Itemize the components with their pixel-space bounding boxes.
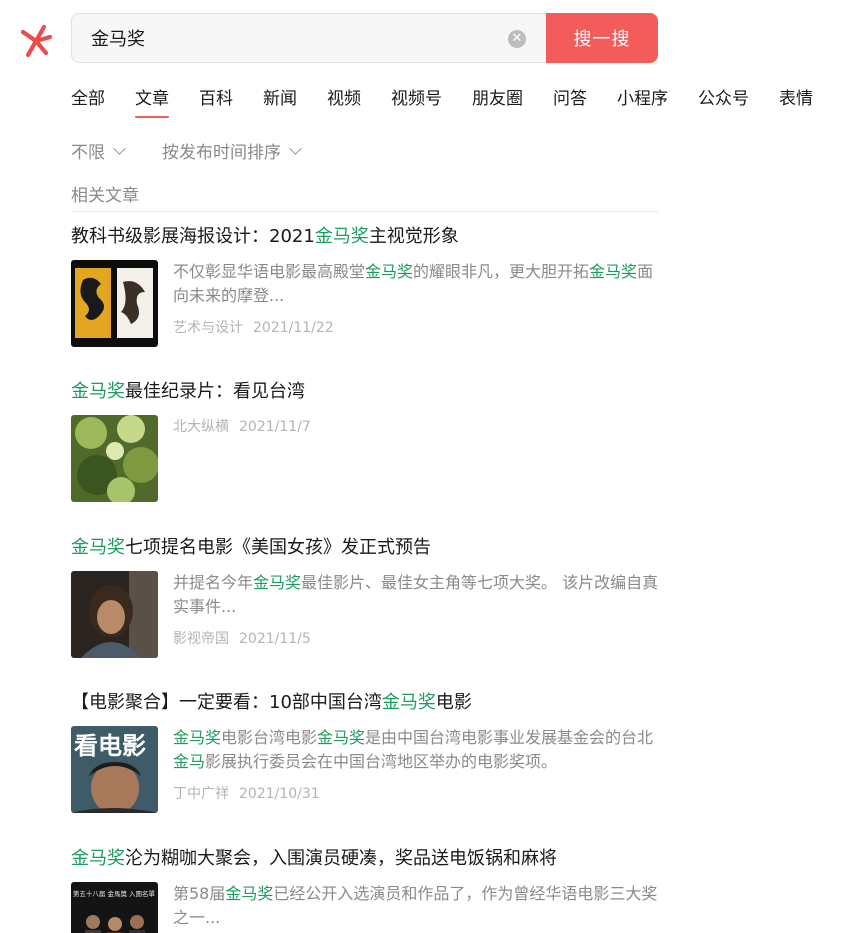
article-source[interactable]: 艺术与设计: [173, 320, 243, 336]
sort-order-label: 按发布时间排序: [162, 143, 281, 163]
article-source[interactable]: 影视帝国: [173, 631, 229, 647]
tab-qa[interactable]: 问答: [553, 84, 587, 118]
article-source[interactable]: 北大纵横: [173, 419, 229, 435]
article-title[interactable]: 【电影聚合】一定要看：10部中国台湾金马奖电影: [71, 691, 661, 715]
search-button[interactable]: 搜一搜: [546, 13, 658, 63]
article-thumbnail[interactable]: [71, 415, 158, 502]
article-item: 教科书级影展海报设计：2021金马奖主视觉形象 不仅彰显华语电影最高殿堂金马奖的…: [71, 225, 661, 347]
chevron-down-icon: [113, 141, 126, 155]
tab-news[interactable]: 新闻: [263, 84, 297, 118]
article-date: 2021/10/31: [239, 786, 320, 802]
search-field[interactable]: ✕: [71, 13, 546, 63]
category-tabs: 全部 文章 百科 新闻 视频 视频号 朋友圈 问答 小程序 公众号 表情: [71, 84, 843, 118]
tab-mini-programs[interactable]: 小程序: [617, 84, 668, 118]
chevron-down-icon: [289, 141, 302, 155]
article-date: 2021/11/7: [239, 419, 311, 435]
article-snippet: 第58届金马奖已经公开入选演员和作品了，作为曾经华语电影三大奖之一...: [173, 884, 658, 927]
article-snippet: 并提名今年金马奖最佳影片、最佳女主角等七项大奖。 该片改编自真实事件...: [173, 573, 659, 616]
filter-bar: 不限 按发布时间排序: [71, 138, 338, 163]
tab-encyclopedia[interactable]: 百科: [199, 84, 233, 118]
tab-stickers[interactable]: 表情: [779, 84, 813, 118]
article-snippet: 不仅彰显华语电影最高殿堂金马奖的耀眼非凡，更大胆开拓金马奖面向未来的摩登...: [173, 262, 654, 305]
sort-order-filter[interactable]: 按发布时间排序: [162, 138, 302, 163]
article-title[interactable]: 金马奖最佳纪录片：看见台湾: [71, 380, 661, 404]
time-range-filter[interactable]: 不限: [71, 138, 126, 163]
article-thumbnail[interactable]: [71, 260, 158, 347]
tab-video[interactable]: 视频: [327, 84, 361, 118]
tab-moments[interactable]: 朋友圈: [472, 84, 523, 118]
article-thumbnail[interactable]: 第五十八届 金馬獎 入圍名單: [71, 882, 158, 933]
article-source[interactable]: 丁中广祥: [173, 786, 229, 802]
article-source-line: 北大纵横 2021/11/7: [173, 416, 661, 436]
article-item: 金马奖沦为糊咖大聚会，入围演员硬凑，奖品送电饭锅和麻将 第五十八届 金馬獎 入圍…: [71, 847, 661, 933]
clear-icon[interactable]: ✕: [508, 30, 526, 48]
search-bar: ✕ 搜一搜: [71, 13, 658, 63]
article-thumbnail[interactable]: [71, 571, 158, 658]
section-heading: 相关文章: [71, 186, 139, 206]
thumbnail-caption: 看电影: [74, 732, 146, 760]
article-snippet: 金马奖电影台湾电影金马奖是由中国台湾电影事业发展基金会的台北金马影展执行委员会在…: [173, 728, 654, 771]
article-thumbnail[interactable]: 看电影: [71, 726, 158, 813]
article-date: 2021/11/5: [239, 631, 311, 647]
article-title[interactable]: 金马奖沦为糊咖大聚会，入围演员硬凑，奖品送电饭锅和麻将: [71, 847, 661, 871]
article-title[interactable]: 教科书级影展海报设计：2021金马奖主视觉形象: [71, 225, 661, 249]
thumbnail-caption: 第五十八届 金馬獎 入圍名單: [73, 889, 156, 898]
tab-official-accounts[interactable]: 公众号: [698, 84, 749, 118]
article-item: 金马奖最佳纪录片：看见台湾 北大纵横 2021/11/7: [71, 380, 661, 502]
article-item: 金马奖七项提名电影《美国女孩》发正式预告 并提名今年金马奖最佳影片、最佳女主角等…: [71, 536, 661, 658]
article-source-line: 艺术与设计 2021/11/22: [173, 317, 661, 337]
tab-articles[interactable]: 文章: [135, 84, 169, 118]
article-title[interactable]: 金马奖七项提名电影《美国女孩》发正式预告: [71, 536, 661, 560]
wechat-search-logo-icon[interactable]: [18, 22, 54, 58]
article-source-line: 丁中广祥 2021/10/31: [173, 783, 661, 803]
tab-all[interactable]: 全部: [71, 84, 105, 118]
search-input[interactable]: [91, 27, 491, 49]
time-range-label: 不限: [71, 143, 105, 163]
divider: [71, 211, 658, 212]
tab-channels[interactable]: 视频号: [391, 84, 442, 118]
article-date: 2021/11/22: [253, 320, 334, 336]
article-source-line: 影视帝国 2021/11/5: [173, 628, 661, 648]
article-item: 【电影聚合】一定要看：10部中国台湾金马奖电影 看电影 金马奖电影台湾电影金马奖…: [71, 691, 661, 813]
